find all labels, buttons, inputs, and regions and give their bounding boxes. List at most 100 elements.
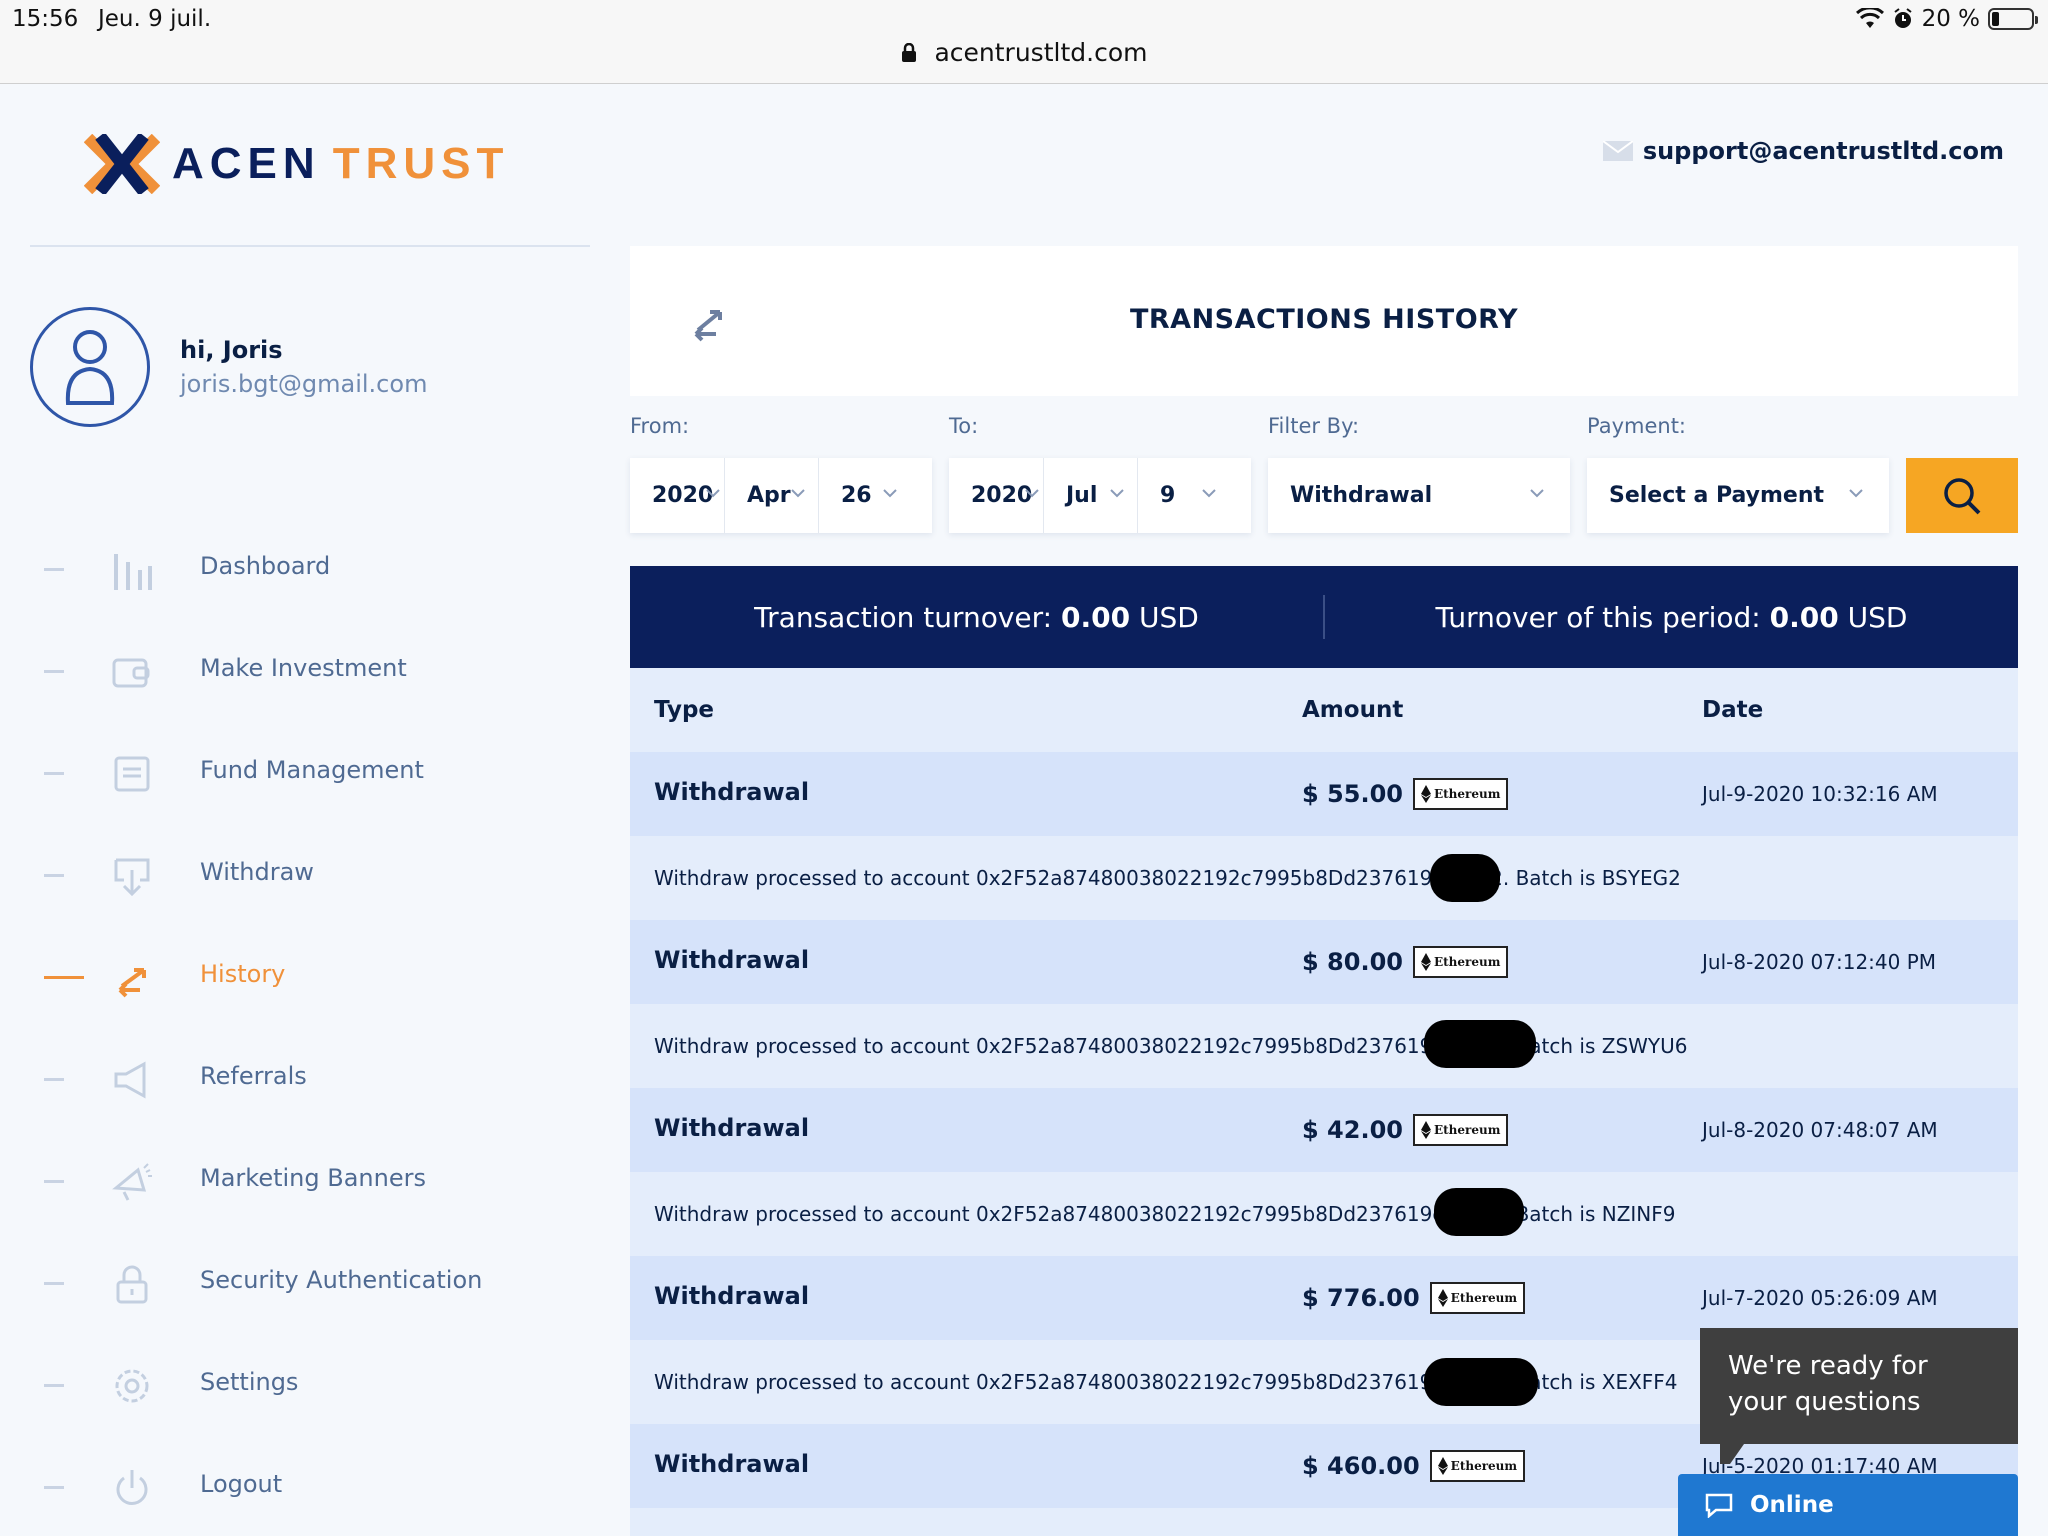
payment-method-label: Ethereum xyxy=(1433,787,1501,801)
nav-dash xyxy=(44,1180,64,1183)
period-turnover-label: Turnover of this period: xyxy=(1435,600,1761,634)
currency-label: USD xyxy=(1139,600,1199,634)
payment-method-badge: Ethereum xyxy=(1412,946,1509,978)
logo-text-acen: ACEN xyxy=(172,139,321,188)
period-turnover-value: 0.00 xyxy=(1769,600,1839,634)
sidebar-item-dashboard[interactable]: Dashboard xyxy=(0,518,600,620)
page-title: TRANSACTIONS HISTORY xyxy=(1129,304,1519,335)
payment-method-label: Ethereum xyxy=(1450,1291,1518,1305)
filter-by-value: Withdrawal xyxy=(1290,483,1433,508)
sidebar-item-history[interactable]: History xyxy=(0,926,600,1028)
user-icon xyxy=(65,330,115,405)
sidebar-item-logout[interactable]: Logout xyxy=(0,1436,600,1536)
turnover-banner: Transaction turnover: 0.00 USD Turnover … xyxy=(630,566,2018,668)
user-profile: hi, Joris joris.bgt@gmail.com xyxy=(30,307,427,427)
avatar[interactable] xyxy=(30,307,150,427)
payment-value: Select a Payment xyxy=(1609,483,1825,508)
sidebar-item-referrals[interactable]: Referrals xyxy=(0,1028,600,1130)
envelope-icon xyxy=(1602,141,1633,161)
nav-dash xyxy=(44,568,64,571)
table-row: Withdrawal $ 80.00 Ethereum Jul-8-2020 0… xyxy=(630,920,2018,1004)
chevron-down-icon xyxy=(1849,489,1863,498)
table-row: Withdrawal $ 42.00 Ethereum Jul-8-2020 0… xyxy=(630,1088,2018,1172)
support-link[interactable]: support@acentrustltd.com xyxy=(1602,137,2004,165)
sidebar-item-marketing-banners[interactable]: Marketing Banners xyxy=(0,1130,600,1232)
bullhorn-icon xyxy=(112,1163,152,1201)
nav-dash xyxy=(44,1384,64,1387)
search-button[interactable] xyxy=(1906,458,2018,533)
transaction-turnover-value: 0.00 xyxy=(1061,600,1131,634)
address-bar[interactable]: acentrustltd.com xyxy=(0,38,2048,67)
row-type: Withdrawal xyxy=(654,778,810,806)
amount-value: $ 55.00 xyxy=(1302,780,1403,808)
sidebar-item-label: Referrals xyxy=(200,1062,307,1090)
payment-select[interactable]: Select a Payment xyxy=(1587,458,1889,533)
status-indicators: 20 % xyxy=(1855,6,2038,32)
gear-icon xyxy=(115,1369,149,1403)
battery-percent: 20 % xyxy=(1921,6,1980,32)
payment-method-label: Ethereum xyxy=(1450,1459,1518,1473)
ethereum-icon xyxy=(1437,1457,1448,1475)
sidebar-item-fund-management[interactable]: Fund Management xyxy=(0,722,600,824)
sidebar-item-label: Settings xyxy=(200,1368,299,1396)
page-title-card: TRANSACTIONS HISTORY xyxy=(630,246,2018,396)
from-month-select[interactable]: Apr xyxy=(724,458,818,533)
payment-method-badge: Ethereum xyxy=(1412,1114,1509,1146)
ethereum-icon xyxy=(1420,785,1431,803)
ethereum-icon xyxy=(1420,953,1431,971)
sidebar-item-security-authentication[interactable]: Security Authentication xyxy=(0,1232,600,1334)
sidebar-item-withdraw[interactable]: Withdraw xyxy=(0,824,600,926)
row-amount: $ 80.00 Ethereum xyxy=(1302,946,1509,978)
chat-prompt-bubble[interactable]: We're ready for your questions xyxy=(1700,1328,2018,1464)
to-label: To: xyxy=(949,414,979,438)
payment-method-badge: Ethereum xyxy=(1429,1282,1526,1314)
ethereum-icon xyxy=(1420,1121,1431,1139)
lock-icon xyxy=(901,43,916,62)
padlock-icon xyxy=(116,1265,148,1304)
amount-value: $ 42.00 xyxy=(1302,1116,1403,1144)
sidebar-nav: Dashboard Make Investment Fund Managemen… xyxy=(0,518,600,1536)
nav-dash xyxy=(44,976,84,979)
from-day-select[interactable]: 26 xyxy=(818,458,932,533)
nav-dash xyxy=(44,1078,64,1081)
from-year-select[interactable]: 2020 xyxy=(630,458,724,533)
table-header: Type Amount Date xyxy=(630,668,2018,752)
nav-dash xyxy=(44,1486,64,1489)
ethereum-icon xyxy=(1437,1289,1448,1307)
from-label: From: xyxy=(630,414,690,438)
filter-by-select[interactable]: Withdrawal xyxy=(1268,458,1570,533)
sidebar-item-label: Make Investment xyxy=(200,654,407,682)
to-year-select[interactable]: 2020 xyxy=(949,458,1043,533)
logo-text-trust: TRUST xyxy=(332,139,510,188)
chevron-down-icon xyxy=(1202,489,1216,498)
to-day-value: 9 xyxy=(1160,483,1176,508)
brand-logo[interactable]: ACEN TRUST xyxy=(84,134,509,194)
user-email: joris.bgt@gmail.com xyxy=(180,370,428,398)
period-turnover: Turnover of this period: 0.00 USD xyxy=(1325,601,2018,634)
from-year-value: 2020 xyxy=(652,483,714,508)
row-type: Withdrawal xyxy=(654,946,810,974)
chat-online-button[interactable]: Online xyxy=(1678,1474,2018,1536)
table-row-detail: Withdraw processed to account 0x2F52a874… xyxy=(630,1004,2018,1088)
to-month-select[interactable]: Jul xyxy=(1043,458,1137,533)
sidebar-item-label: Withdraw xyxy=(200,858,314,886)
payment-method-label: Ethereum xyxy=(1433,1123,1501,1137)
chat-bubble-icon xyxy=(1705,1493,1733,1518)
sidebar-item-label: Logout xyxy=(200,1470,283,1498)
sidebar-item-settings[interactable]: Settings xyxy=(0,1334,600,1436)
sidebar-item-make-investment[interactable]: Make Investment xyxy=(0,620,600,722)
redaction-mark xyxy=(1430,854,1500,902)
wifi-icon xyxy=(1855,8,1884,28)
ios-status-bar: 15:56 Jeu. 9 juil. 20 % acentrustltd.com xyxy=(0,0,2048,84)
nav-dash xyxy=(44,772,64,775)
row-amount: $ 460.00 Ethereum xyxy=(1302,1450,1526,1482)
to-day-select[interactable]: 9 xyxy=(1137,458,1251,533)
sidebar-item-label: Dashboard xyxy=(200,552,331,580)
column-header-amount: Amount xyxy=(1302,697,1404,723)
redaction-mark xyxy=(1424,1020,1536,1068)
to-date-picker: 2020 Jul 9 xyxy=(949,458,1251,533)
row-type: Withdrawal xyxy=(654,1282,810,1310)
battery-icon xyxy=(1988,8,2038,30)
redaction-mark xyxy=(1434,1188,1524,1236)
filter-by-label: Filter By: xyxy=(1268,414,1360,438)
